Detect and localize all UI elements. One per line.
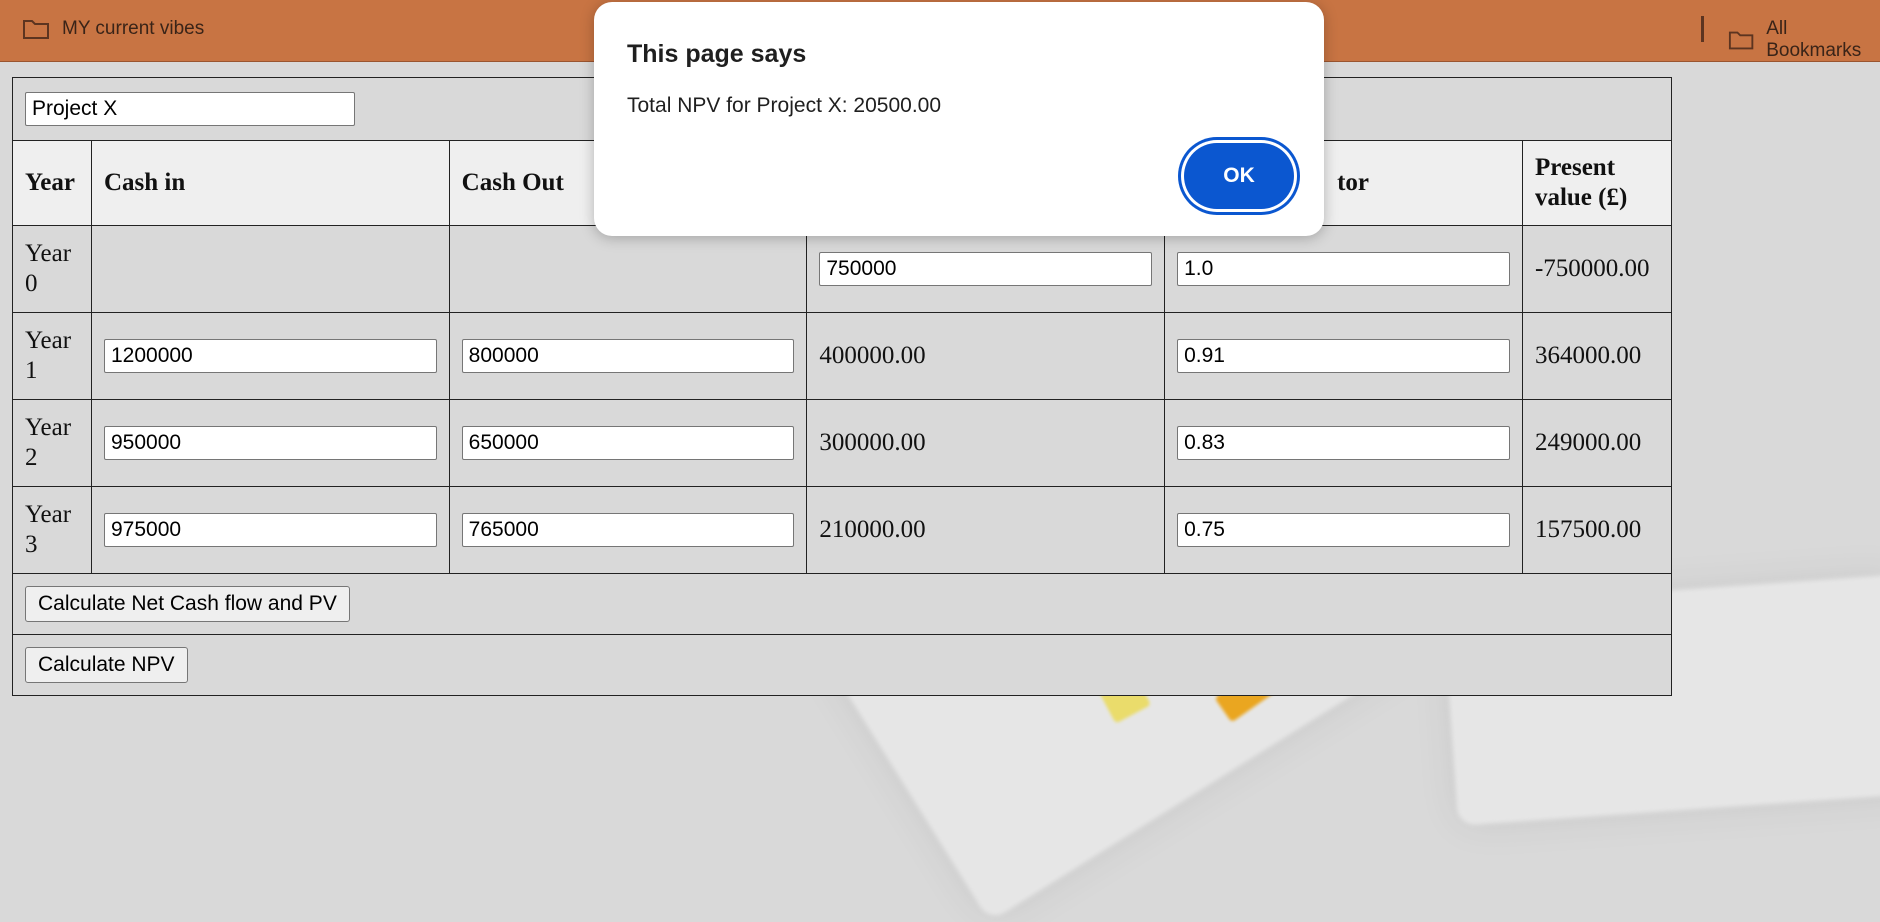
table-row: Year 2 300000.00 249000.00 (12, 399, 1673, 487)
factor-cell (1164, 486, 1523, 574)
cash-in-input[interactable] (103, 339, 437, 373)
ok-button[interactable]: OK (1184, 143, 1294, 209)
discount-factor-input[interactable] (1177, 339, 1510, 373)
net-cash-flow-cell (806, 225, 1166, 313)
cash-in-cell (90, 312, 450, 400)
factor-cell (1164, 312, 1523, 400)
header-present-value: Present value (£) (1521, 140, 1673, 226)
cash-out-cell (448, 399, 808, 487)
present-value-cell: 364000.00 (1521, 312, 1673, 400)
table-row: Year 1 400000.00 364000.00 (12, 312, 1673, 400)
net-cash-flow-cell: 210000.00 (806, 486, 1166, 574)
bookmarks-separator (1701, 16, 1704, 42)
header-cash-in: Cash in (90, 140, 450, 226)
year-cell: Year 1 (12, 312, 92, 400)
cash-in-input[interactable] (103, 513, 437, 547)
calculate-npv-button[interactable]: Calculate NPV (25, 647, 188, 683)
dialog-title: This page says (627, 40, 807, 68)
year-cell: Year 2 (12, 399, 92, 487)
factor-cell (1164, 399, 1523, 487)
dialog-message: Total NPV for Project X: 20500.00 (627, 94, 942, 117)
cash-out-cell (448, 225, 808, 313)
calculate-npv-row: Calculate NPV (12, 634, 1672, 696)
table-row: Year 3 210000.00 157500.00 (12, 486, 1673, 574)
header-year: Year (12, 140, 92, 226)
cash-out-cell (448, 486, 808, 574)
cash-in-cell (90, 399, 450, 487)
discount-factor-input[interactable] (1177, 513, 1510, 547)
present-value-cell: 249000.00 (1521, 399, 1673, 487)
folder-icon (23, 20, 49, 39)
bookmark-label: MY current vibes (62, 18, 205, 39)
calculate-net-cash-flow-button[interactable]: Calculate Net Cash flow and PV (25, 586, 350, 622)
discount-factor-input[interactable] (1177, 426, 1510, 460)
cash-in-input[interactable] (103, 426, 437, 460)
alert-dialog: This page says Total NPV for Project X: … (594, 2, 1324, 236)
net-cash-flow-cell: 300000.00 (806, 399, 1166, 487)
year-cell: Year 3 (12, 486, 92, 574)
factor-cell (1164, 225, 1523, 313)
cash-out-cell (448, 312, 808, 400)
cash-out-input[interactable] (461, 513, 795, 547)
present-value-cell: 157500.00 (1521, 486, 1673, 574)
cash-out-input[interactable] (461, 339, 795, 373)
bookmark-label: All Bookmarks (1766, 18, 1862, 61)
folder-icon (1728, 31, 1754, 50)
table-row: Year 0 -750000.00 (12, 225, 1673, 313)
discount-factor-input[interactable] (1177, 252, 1510, 286)
project-name-input[interactable] (25, 92, 355, 126)
bookmark-my-current-vibes[interactable]: MY current vibes (22, 18, 204, 40)
initial-investment-input[interactable] (819, 252, 1153, 286)
cash-out-input[interactable] (461, 426, 795, 460)
present-value-cell: -750000.00 (1521, 225, 1673, 313)
calculate-pv-row: Calculate Net Cash flow and PV (12, 573, 1672, 635)
net-cash-flow-cell: 400000.00 (806, 312, 1166, 400)
cash-in-cell (90, 486, 450, 574)
bookmark-all-bookmarks[interactable]: All Bookmarks (1728, 18, 1880, 62)
cash-in-cell (90, 225, 450, 313)
year-cell: Year 0 (12, 225, 92, 313)
